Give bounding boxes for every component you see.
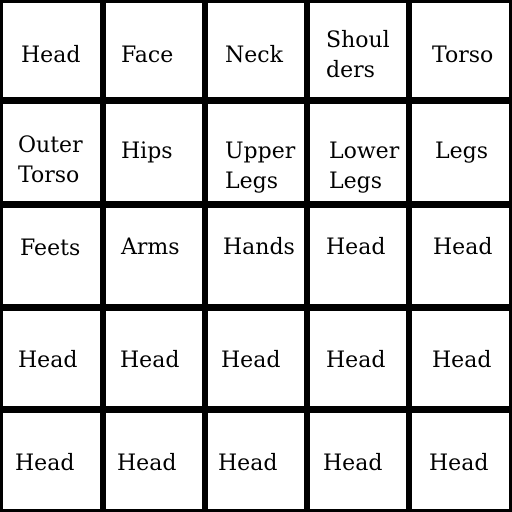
grid-cell[interactable]: Neck — [208, 3, 304, 97]
cell-label: Head — [120, 348, 180, 373]
grid-cell[interactable]: Lower Legs — [310, 104, 406, 201]
body-part-grid: Head Face Neck Shoul ders Torso Outer To… — [0, 0, 512, 512]
grid-cell[interactable]: Shoul ders — [310, 3, 406, 97]
cell-label: Head — [326, 348, 386, 373]
grid-cell[interactable]: Legs — [412, 104, 509, 201]
cell-label: Lower Legs — [329, 139, 400, 194]
cell-label: Head — [21, 43, 81, 68]
grid-cell[interactable]: Head — [106, 311, 202, 406]
cell-label: Hips — [121, 139, 173, 164]
cell-label: Upper Legs — [225, 139, 296, 194]
grid-cell[interactable]: Head — [208, 413, 304, 509]
cell-label: Head — [218, 451, 278, 476]
grid-cell[interactable]: Head — [208, 311, 304, 406]
cell-label: Shoul ders — [326, 28, 390, 83]
cell-label: Head — [18, 348, 78, 373]
cell-label: Head — [432, 348, 492, 373]
cell-label: Head — [117, 451, 177, 476]
grid-cell[interactable]: Upper Legs — [208, 104, 304, 201]
grid-cell[interactable]: Head — [310, 413, 406, 509]
cell-label: Head — [326, 235, 386, 260]
cell-label: Outer Torso — [18, 133, 83, 188]
grid-cell[interactable]: Torso — [412, 3, 509, 97]
cell-label: Hands — [223, 235, 295, 260]
grid-cell[interactable]: Head — [310, 208, 406, 304]
cell-label: Torso — [432, 43, 494, 68]
grid-cell[interactable]: Feets — [3, 208, 100, 304]
grid-cell[interactable]: Head — [412, 208, 509, 304]
grid-cell[interactable]: Head — [412, 311, 509, 406]
cell-label: Head — [323, 451, 383, 476]
cell-label: Legs — [435, 139, 489, 164]
cell-label: Feets — [20, 236, 81, 261]
cell-label: Head — [15, 451, 75, 476]
grid-cell[interactable]: Arms — [106, 208, 202, 304]
cell-label: Neck — [225, 43, 283, 68]
grid-cell[interactable]: Head — [106, 413, 202, 509]
grid-cell[interactable]: Hands — [208, 208, 304, 304]
cell-label: Head — [429, 451, 489, 476]
cell-label: Head — [433, 235, 493, 260]
grid-cell[interactable]: Face — [106, 3, 202, 97]
grid-cell[interactable]: Head — [3, 311, 100, 406]
cell-label: Head — [221, 348, 281, 373]
grid-cell[interactable]: Head — [3, 3, 100, 97]
grid-cell[interactable]: Hips — [106, 104, 202, 201]
cell-label: Arms — [121, 235, 180, 260]
cell-label: Face — [121, 43, 174, 68]
grid-cell[interactable]: Head — [412, 413, 509, 509]
grid-cell[interactable]: Head — [310, 311, 406, 406]
grid-cell[interactable]: Head — [3, 413, 100, 509]
grid-cell[interactable]: Outer Torso — [3, 104, 100, 201]
